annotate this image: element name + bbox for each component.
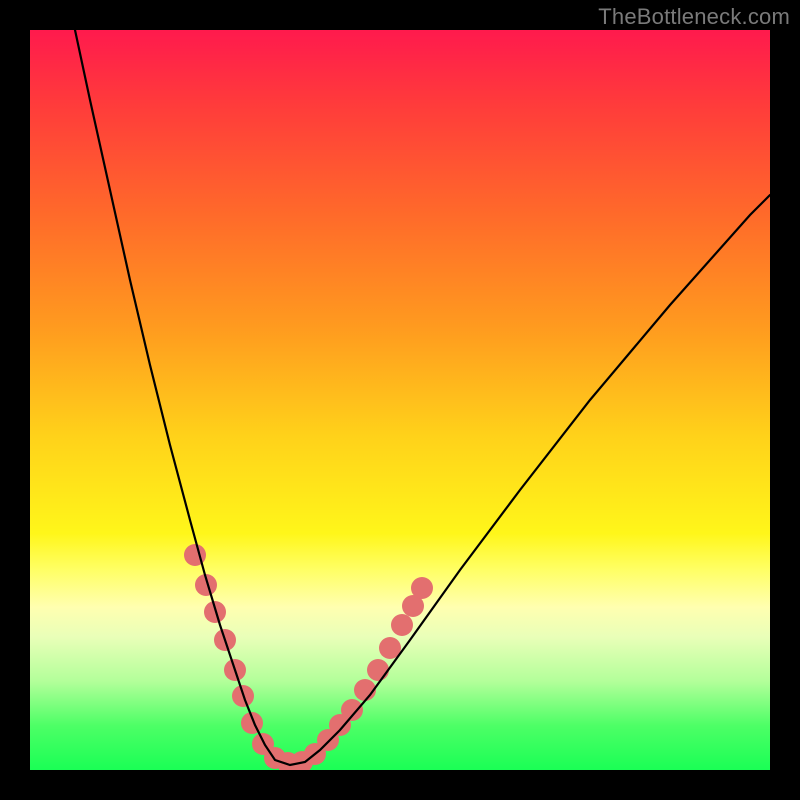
chart-svg [30, 30, 770, 770]
chart-plot-area [30, 30, 770, 770]
bottleneck-curve [75, 30, 770, 765]
watermark-text: TheBottleneck.com [598, 4, 790, 30]
highlight-dot [411, 577, 433, 599]
highlight-dot [367, 659, 389, 681]
highlight-dot [391, 614, 413, 636]
chart-frame: TheBottleneck.com [0, 0, 800, 800]
highlight-dot [341, 699, 363, 721]
highlight-dots-group [184, 544, 433, 770]
